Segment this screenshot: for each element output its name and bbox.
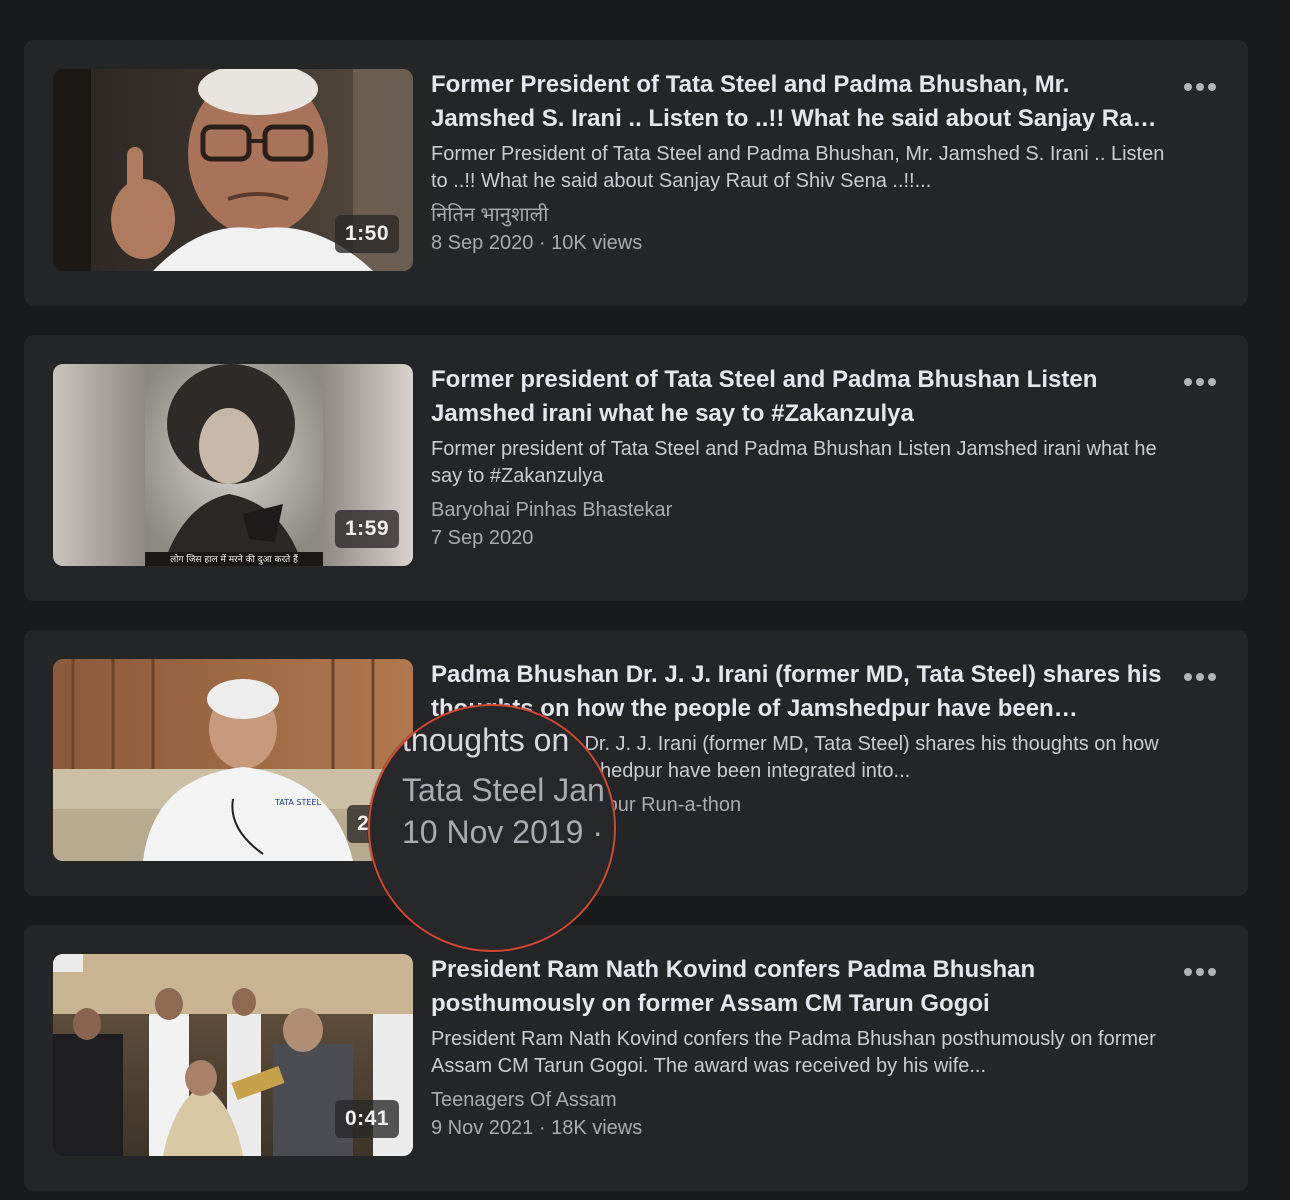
more-options-icon[interactable] (1184, 965, 1218, 979)
video-results-feed: 1:50 Former President of Tata Steel and … (0, 0, 1290, 1200)
video-meta: 9 Nov 2021 · 18K views (431, 1117, 643, 1139)
channel-name[interactable]: Teenagers Of Assam (431, 1086, 1166, 1114)
video-card[interactable]: 0:41 President Ram Nath Kovind confers P… (24, 925, 1248, 1191)
more-options-icon[interactable] (1184, 375, 1218, 389)
video-title[interactable]: Former President of Tata Steel and Padma… (431, 68, 1166, 136)
video-info: Former president of Tata Steel and Padma… (431, 363, 1166, 552)
video-thumbnail[interactable]: 0:41 (53, 954, 413, 1156)
thumbnail-caption: लोग जिस हाल में मरने की दुआ करते हैं (170, 553, 298, 565)
magnifier-content: thoughts on Tata Steel Jan 10 Nov 2019 · (402, 720, 605, 852)
video-thumbnail[interactable]: लोग जिस हाल में मरने की दुआ करते हैं 1:5… (53, 364, 413, 566)
video-thumbnail[interactable]: TATA STEEL 2:3 (53, 659, 413, 861)
video-description: Former President of Tata Steel and Padma… (431, 143, 1165, 192)
more-options-icon[interactable] (1184, 670, 1218, 684)
channel-name[interactable]: Baryohai Pinhas Bhastekar (431, 496, 1166, 524)
channel-name[interactable]: नितिन भानुशाली (431, 201, 1166, 229)
video-description: President Ram Nath Kovind confers the Pa… (431, 1028, 1156, 1077)
video-info: Former President of Tata Steel and Padma… (431, 68, 1166, 257)
video-meta: 8 Sep 2020 · 10K views (431, 232, 643, 254)
video-title[interactable]: President Ram Nath Kovind confers Padma … (431, 953, 1166, 1021)
magnified-channel-text: Tata Steel Jan (402, 772, 605, 808)
video-title[interactable]: Former president of Tata Steel and Padma… (431, 363, 1166, 431)
video-description: Former president of Tata Steel and Padma… (431, 438, 1157, 487)
magnified-date-text: 10 Nov 2019 · (402, 814, 604, 850)
more-options-icon[interactable] (1184, 80, 1218, 94)
video-card[interactable]: 1:50 Former President of Tata Steel and … (24, 40, 1248, 306)
video-meta: 7 Sep 2020 (431, 527, 534, 549)
magnified-description-text: thoughts on (402, 722, 570, 758)
thumbnail-shirt-text: TATA STEEL (274, 798, 321, 807)
video-card[interactable]: लोग जिस हाल में मरने की दुआ करते हैं 1:5… (24, 335, 1248, 601)
video-card[interactable]: TATA STEEL 2:3 Padma Bhushan Dr. J. J. I… (24, 630, 1248, 896)
video-duration: 1:59 (334, 510, 399, 548)
video-info: President Ram Nath Kovind confers Padma … (431, 953, 1166, 1142)
video-duration: 1:50 (334, 215, 399, 253)
magnifier-callout: thoughts on Tata Steel Jan 10 Nov 2019 · (368, 704, 616, 952)
video-thumbnail[interactable]: 1:50 (53, 69, 413, 271)
video-duration: 0:41 (334, 1100, 399, 1138)
